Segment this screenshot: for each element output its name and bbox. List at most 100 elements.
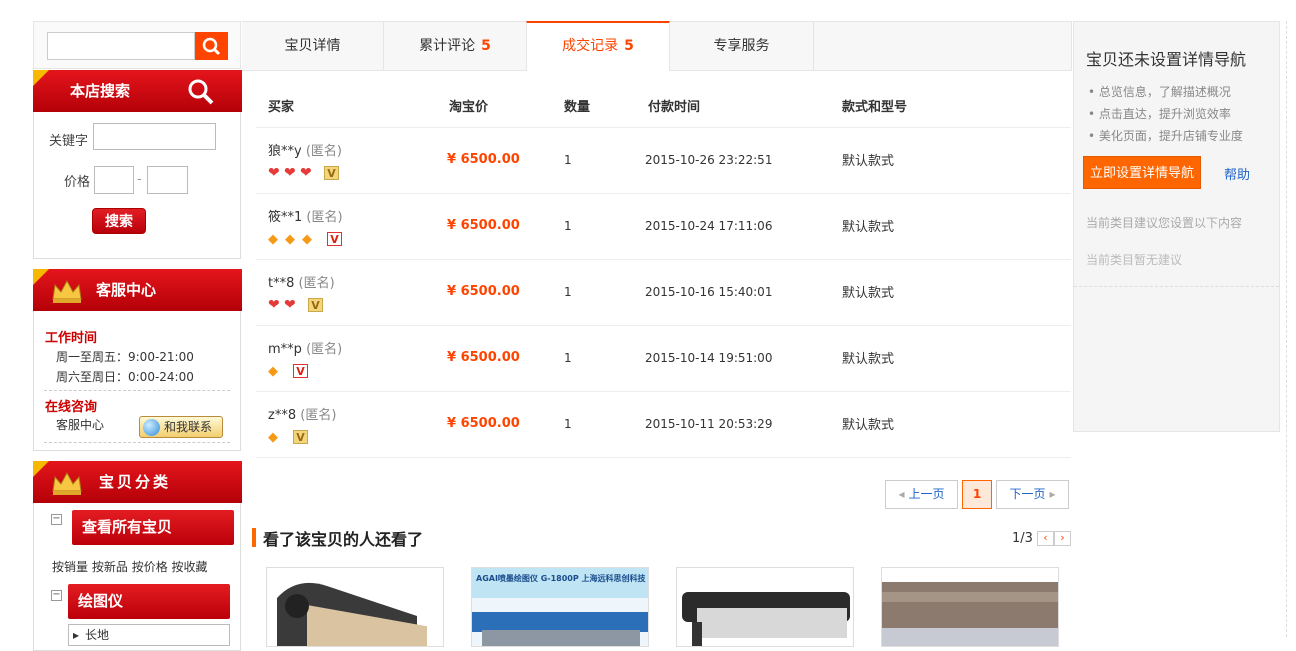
vip-badge-icon: V — [293, 430, 308, 444]
payment-time: 2015-10-24 17:11:06 — [645, 219, 773, 233]
sort-links: 按销量 按新品 按价格 按收藏 — [52, 558, 208, 575]
aside-tip-text: 点击直达，提升浏览效率 — [1098, 107, 1231, 121]
deal-quantity: 1 — [564, 153, 572, 167]
buyer-nick: t**8 — [268, 276, 295, 291]
collapse-toggle[interactable]: − — [51, 590, 62, 601]
aside-top: 宝贝还未设置详情导航 • 总览信息，了解描述概况 • 点击直达，提升浏览效率 •… — [1074, 22, 1279, 287]
item-model: 默认款式 — [842, 352, 895, 367]
buyer-nick: z**8 — [268, 408, 297, 423]
aside-tip: • 美化页面，提升店铺专业度 — [1088, 129, 1243, 143]
aside-note-suggest: 当前类目建议您设置以下内容 — [1086, 216, 1243, 230]
buyer-name[interactable]: m**p (匿名) — [268, 338, 342, 357]
next-page-button[interactable]: 下一页 ▸ — [996, 480, 1069, 509]
diamond-level-icon: ◆ — [268, 364, 278, 379]
category-plotter-button[interactable]: 绘图仪 — [68, 584, 230, 619]
also-viewed-page: 1/3 — [1012, 531, 1033, 546]
work-time-title: 工作时间 — [45, 331, 98, 346]
col-model: 款式和型号 — [842, 100, 908, 115]
payment-time: 2015-10-16 15:40:01 — [645, 285, 773, 299]
table-row: z**8 (匿名) ◆ V ¥ 6500.00 1 2015-10-11 20:53:29… — [256, 392, 1071, 458]
aside-tip-text: 总览信息，了解描述概况 — [1098, 85, 1231, 99]
sort-by-new-link[interactable]: 按新品 — [92, 560, 128, 574]
sort-by-sales-link[interactable]: 按销量 — [52, 560, 88, 574]
recommend-product-3[interactable] — [676, 567, 854, 647]
buyer-credit-badges: ❤ ❤ V — [268, 298, 323, 314]
carousel-prev-icon[interactable]: ‹ — [1037, 531, 1054, 546]
section-marker — [252, 528, 256, 547]
crown-icon — [52, 471, 82, 495]
transaction-count: 5 — [624, 38, 634, 54]
keyword-input[interactable] — [93, 123, 216, 150]
next-page-label: 下一页 — [1009, 487, 1046, 501]
tab-label: 宝贝详情 — [284, 38, 341, 54]
recommend-product-2[interactable]: AGAI喷墨绘图仪 G-1800P 上海远科思创科技 — [471, 567, 649, 647]
anonymous-tag: (匿名) — [305, 144, 342, 159]
table-row: t**8 (匿名) ❤ ❤ V ¥ 6500.00 1 2015-10-16 15:40:0… — [256, 260, 1071, 326]
prev-page-button[interactable]: ◂ 上一页 — [885, 480, 958, 509]
payment-time: 2015-10-26 23:22:51 — [645, 153, 773, 167]
deal-price: ¥ 6500.00 — [447, 284, 520, 299]
vip-badge-icon: V — [324, 166, 339, 180]
sort-by-favorite-link[interactable]: 按收藏 — [172, 560, 208, 574]
help-link[interactable]: 帮助 — [1224, 164, 1250, 183]
diamond-level-icon: ◆ — [268, 430, 278, 445]
carousel-next-icon[interactable]: › — [1054, 531, 1071, 546]
search-button[interactable] — [195, 32, 228, 60]
tab-transactions[interactable]: 成交记录 5 — [526, 21, 670, 71]
vip-badge-icon: V — [327, 232, 342, 246]
price-max-input[interactable] — [147, 166, 188, 194]
category-title: 宝贝分类 — [99, 473, 172, 491]
page-number-current[interactable]: 1 — [962, 480, 992, 509]
payment-time: 2015-10-14 19:51:00 — [645, 351, 773, 365]
aside-note-none: 当前类目暂无建议 — [1086, 253, 1183, 267]
anonymous-tag: (匿名) — [298, 276, 335, 291]
table-row: m**p (匿名) ◆ V ¥ 6500.00 1 2015-10-14 19:51:00… — [256, 326, 1071, 392]
shop-search-button[interactable]: 搜索 — [92, 208, 146, 234]
heart-level-icon: ❤ — [284, 297, 296, 313]
sort-by-price-link[interactable]: 按价格 — [132, 560, 168, 574]
price-min-input[interactable] — [94, 166, 134, 194]
buyer-name[interactable]: 狼**y (匿名) — [268, 140, 342, 159]
online-consult-title: 在线咨询 — [45, 400, 98, 415]
product-image — [882, 568, 1058, 646]
tab-exclusive-service[interactable]: 专享服务 — [670, 22, 814, 71]
corner-decoration — [33, 70, 49, 86]
keyword-label: 关键字 — [49, 134, 89, 149]
next-arrow-icon: ▸ — [1049, 487, 1056, 501]
anonymous-tag: (匿名) — [300, 408, 337, 423]
service-header: 客服中心 — [33, 269, 242, 311]
recommend-product-4[interactable] — [881, 567, 1059, 647]
tab-reviews[interactable]: 累计评论 5 — [384, 22, 527, 71]
weekend-hours: 周六至周日：0:00-24:00 — [56, 370, 194, 384]
contact-me-button[interactable]: 和我联系 — [139, 416, 223, 438]
aside-title: 宝贝还未设置详情导航 — [1086, 50, 1247, 69]
buyer-nick: m**p — [268, 342, 302, 357]
deal-price: ¥ 6500.00 — [447, 152, 520, 167]
anonymous-tag: (匿名) — [306, 342, 343, 357]
table-row: 狼**y (匿名) ❤ ❤ ❤ V ¥ 6500.00 1 2015-10-26 23:22:… — [256, 128, 1071, 194]
tab-item-detail[interactable]: 宝贝详情 — [242, 22, 384, 71]
buyer-name[interactable]: z**8 (匿名) — [268, 404, 336, 423]
search-icon — [202, 37, 221, 56]
item-model: 默认款式 — [842, 220, 895, 235]
payment-time: 2015-10-11 20:53:29 — [645, 417, 773, 431]
buyer-name[interactable]: 筱**1 (匿名) — [268, 206, 343, 225]
collapse-toggle[interactable]: − — [51, 514, 62, 525]
search-input[interactable] — [47, 32, 195, 60]
price-label: 价格 — [64, 175, 91, 190]
view-all-items-button[interactable]: 查看所有宝贝 — [72, 510, 234, 545]
deal-price: ¥ 6500.00 — [447, 416, 520, 431]
col-price: 淘宝价 — [449, 100, 489, 115]
buyer-name[interactable]: t**8 (匿名) — [268, 272, 335, 291]
setup-detail-nav-button[interactable]: 立即设置详情导航 — [1083, 156, 1201, 189]
product-banner-text: AGAI喷墨绘图仪 G-1800P 上海远科思创科技 — [476, 574, 646, 583]
online-service-label: 客服中心 — [56, 418, 105, 432]
diamond-level-icon: ◆ — [285, 232, 295, 247]
buyer-nick: 筱**1 — [268, 210, 303, 225]
sub-category-item[interactable]: ▸ 长地 — [68, 624, 230, 646]
buyer-credit-badges: ◆ ◆ ◆ V — [268, 232, 342, 248]
crown-icon — [52, 279, 82, 303]
divider — [44, 390, 230, 391]
item-model: 默认款式 — [842, 286, 895, 301]
recommend-product-1[interactable] — [266, 567, 444, 647]
